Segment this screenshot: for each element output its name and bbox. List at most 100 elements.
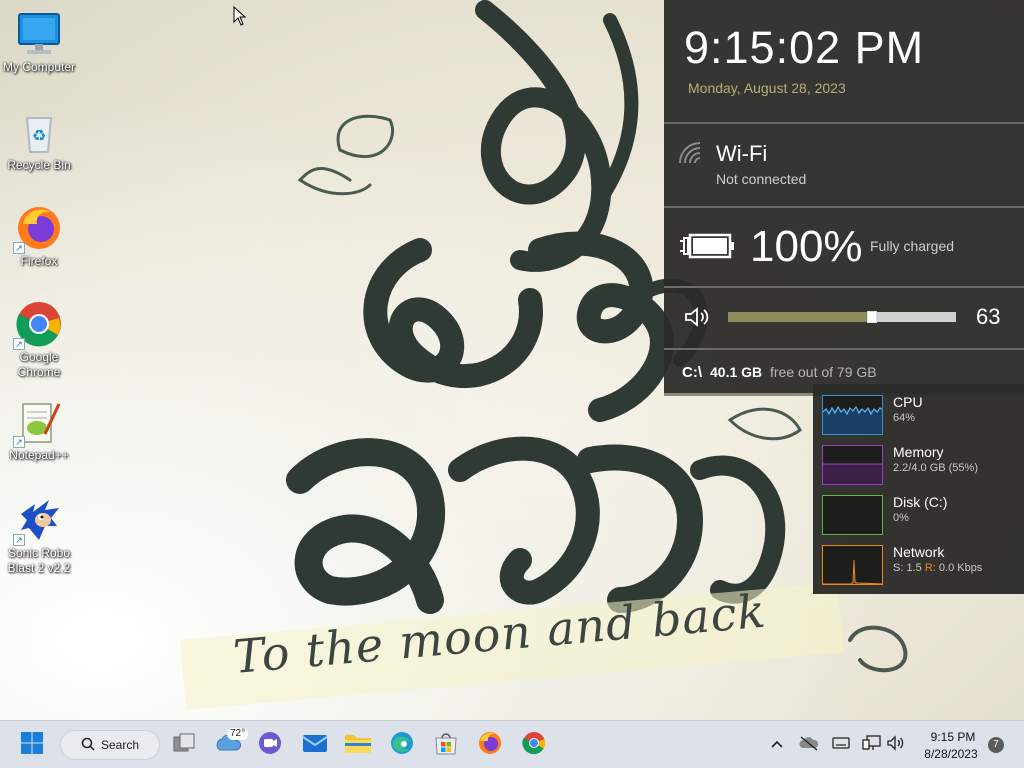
desktop-icon-firefox[interactable]: ↗ Firefox: [2, 204, 76, 269]
battery-percent: 100%: [750, 222, 863, 271]
monitor-icon: [15, 10, 63, 58]
cpu-value: 64%: [893, 412, 916, 424]
onedrive-tray-button[interactable]: [797, 731, 821, 759]
mail-icon: [302, 732, 328, 759]
network-usage-graph: [822, 545, 883, 585]
network-recv-value: 0.0 Kbps: [938, 562, 983, 574]
wifi-status: Not connected: [716, 171, 807, 187]
memory-value: 2.2/4.0 GB (55%): [893, 462, 978, 474]
chrome-taskbar-button[interactable]: [516, 727, 552, 763]
memory-label: Memory: [893, 444, 944, 460]
clock-date: Monday, August 28, 2023: [688, 80, 846, 96]
taskbar-date: 8/28/2023: [924, 747, 978, 761]
taskbar-search-box[interactable]: Search: [60, 730, 160, 760]
desktop-icon-my-computer[interactable]: My Computer: [2, 10, 76, 75]
weather-temperature: 72°: [227, 728, 249, 740]
disk-usage-graph: [822, 495, 883, 535]
network-value: S: 1.5 R: 0.0 Kbps: [893, 562, 982, 574]
shortcut-arrow-icon: ↗: [13, 534, 25, 546]
shortcut-arrow-icon: ↗: [13, 242, 25, 254]
network-recv-label: R:: [924, 562, 936, 574]
network-send-value: 1.5: [906, 562, 922, 574]
chevron-up-icon: [770, 736, 784, 754]
input-indicator-tray-button[interactable]: [829, 731, 853, 759]
edge-button[interactable]: [384, 727, 420, 763]
battery-charging-icon: [678, 231, 736, 266]
wifi-section[interactable]: Wi-Fi Not connected: [664, 124, 1024, 208]
speaker-icon: [887, 734, 905, 756]
notepad-plus-plus-icon: ↗: [13, 398, 63, 448]
desktop-icon-label: Recycle Bin: [7, 158, 71, 172]
firefox-icon: [477, 730, 503, 761]
taskbar-time: 9:15 PM: [930, 730, 976, 744]
battery-section[interactable]: 100% Fully charged: [664, 208, 1024, 288]
search-icon: [81, 737, 95, 754]
file-explorer-button[interactable]: [340, 727, 376, 763]
volume-slider[interactable]: [728, 311, 956, 323]
volume-value: 63: [976, 304, 1001, 329]
disk-free-space: 40.1 GB: [710, 364, 763, 380]
perf-row-cpu[interactable]: CPU 64%: [813, 386, 1024, 436]
battery-status: Fully charged: [870, 238, 955, 254]
shortcut-arrow-icon: ↗: [13, 338, 25, 350]
wifi-name: Wi-Fi: [716, 141, 768, 166]
network-tray-button[interactable]: [860, 731, 884, 759]
performance-monitor: CPU 64% Memory 2.2/4.0 GB (55%) Disk (C:…: [813, 384, 1024, 594]
network-label: Network: [893, 544, 945, 560]
cpu-usage-graph: [822, 395, 883, 435]
volume-section: 63: [664, 288, 1024, 350]
disk-drive-label: C:\: [682, 364, 702, 381]
task-view-icon: [172, 732, 196, 759]
task-view-button[interactable]: [166, 727, 202, 763]
desktop-icon-sonic-robo-blast[interactable]: ↗ Sonic Robo Blast 2 v2.2: [2, 496, 76, 576]
desktop-icon-recycle-bin[interactable]: ♻ Recycle Bin: [2, 108, 76, 173]
start-icon: [20, 731, 44, 760]
volume-slider-thumb[interactable]: [866, 311, 877, 323]
perf-row-disk[interactable]: Disk (C:) 0%: [813, 486, 1024, 536]
desktop-icon-label: My Computer: [2, 60, 76, 74]
desktop-icon-label: Firefox: [20, 254, 58, 268]
sonic-icon: ↗: [13, 496, 63, 546]
speaker-icon[interactable]: [684, 306, 712, 333]
taskbar: Search 72° 9:15 PM 8/28/2023 7: [0, 720, 1024, 768]
search-label: Search: [101, 738, 140, 752]
volume-slider-fill: [728, 312, 872, 322]
teams-chat-icon: [257, 730, 283, 761]
firefox-taskbar-button[interactable]: [472, 727, 508, 763]
notification-count-badge[interactable]: 7: [988, 737, 1004, 753]
shortcut-arrow-icon: ↗: [13, 436, 25, 448]
desktop-icon-label: Sonic Robo Blast 2 v2.2: [7, 546, 71, 575]
microsoft-store-button[interactable]: [428, 727, 464, 763]
disk-label: Disk (C:): [893, 494, 948, 510]
network-send-label: S:: [893, 562, 904, 574]
mouse-cursor-icon: [233, 5, 247, 31]
show-hidden-icons-button[interactable]: [765, 731, 789, 759]
svg-text:♻: ♻: [32, 126, 46, 145]
perf-row-memory[interactable]: Memory 2.2/4.0 GB (55%): [813, 436, 1024, 486]
chrome-icon: [521, 730, 547, 761]
clock-section: 9:15:02 PM Monday, August 28, 2023: [664, 0, 1024, 124]
cpu-label: CPU: [893, 394, 923, 410]
edge-icon: [389, 730, 415, 761]
microsoft-store-icon: [433, 730, 459, 761]
recycle-bin-icon: ♻: [15, 108, 63, 156]
wifi-signal-icon: [678, 142, 704, 169]
chrome-icon: ↗: [13, 300, 63, 350]
teams-chat-button[interactable]: [252, 727, 288, 763]
mail-button[interactable]: [297, 727, 333, 763]
network-icon: [862, 734, 882, 757]
disk-value: 0%: [893, 512, 909, 524]
keyboard-icon: [832, 736, 850, 755]
disk-total-text: free out of 79 GB: [770, 364, 877, 380]
start-button[interactable]: [14, 727, 50, 763]
onedrive-offline-icon: [799, 735, 819, 756]
firefox-icon: ↗: [13, 204, 63, 254]
perf-row-network[interactable]: Network S: 1.5 R: 0.0 Kbps: [813, 536, 1024, 586]
desktop-icon-google-chrome[interactable]: ↗ Google Chrome: [2, 300, 76, 380]
file-explorer-icon: [344, 731, 372, 760]
system-info-gadget: 9:15:02 PM Monday, August 28, 2023 Wi-Fi…: [664, 0, 1024, 396]
volume-tray-button[interactable]: [884, 731, 908, 759]
memory-usage-graph: [822, 445, 883, 485]
desktop-icon-notepad-plus-plus[interactable]: ↗ Notepad++: [2, 398, 76, 463]
desktop-icon-label: Notepad++: [9, 448, 69, 462]
